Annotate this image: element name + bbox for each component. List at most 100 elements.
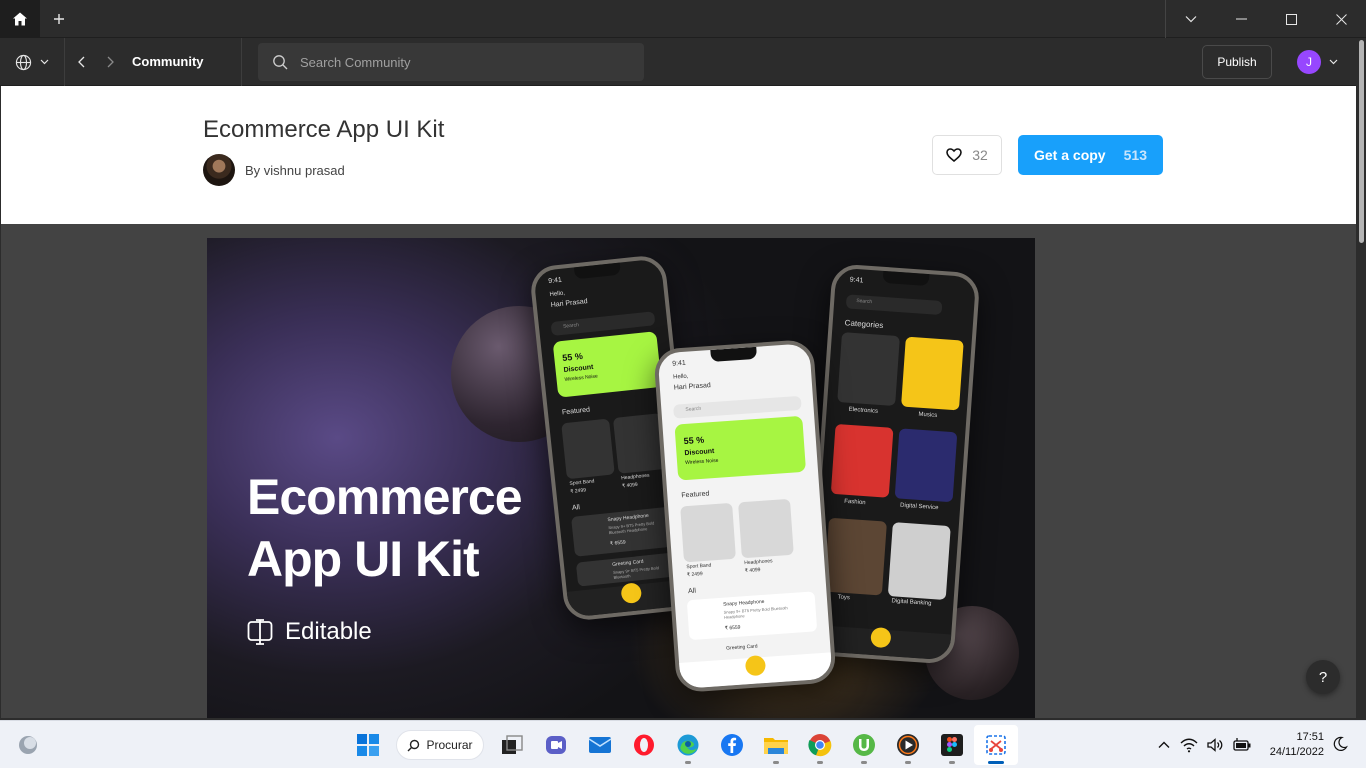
breadcrumb[interactable]: Community: [132, 38, 204, 86]
all-heading: All: [571, 504, 581, 512]
maximize-button[interactable]: [1266, 0, 1316, 38]
all-heading: All: [687, 587, 697, 596]
avatar: J: [1297, 50, 1321, 74]
windows-start-icon: [357, 734, 379, 756]
minimize-icon: [1235, 18, 1247, 20]
get-copy-button[interactable]: Get a copy 513: [1018, 135, 1163, 175]
category-tile-toys: [823, 517, 887, 596]
opera-icon: [634, 734, 654, 756]
home-tab[interactable]: [0, 0, 40, 38]
back-arrow-icon[interactable]: [74, 54, 90, 70]
taskbar-apps: Procurar: [346, 721, 1018, 768]
category-label: Musics: [918, 411, 938, 419]
list-item-price: ₹ 6559: [724, 624, 741, 632]
widgets-button[interactable]: [16, 733, 40, 757]
editable-badge: Editable: [247, 618, 372, 646]
phone-search-label: Search: [685, 405, 702, 413]
volume-icon[interactable]: [1206, 737, 1224, 753]
product-price: ₹ 4099: [621, 481, 639, 490]
forward-arrow-icon[interactable]: [102, 54, 118, 70]
facebook-button[interactable]: [710, 725, 754, 765]
chevron-down-icon: [1329, 59, 1338, 65]
category-tile-music: [901, 336, 964, 411]
system-clock[interactable]: 17:51 24/11/2022: [1262, 730, 1324, 760]
snipping-tool-button[interactable]: [974, 725, 1018, 765]
task-view-icon: [502, 735, 523, 754]
discount-percent: 55 %: [683, 434, 705, 447]
publish-button[interactable]: Publish: [1202, 45, 1272, 79]
phone-notch: [710, 346, 758, 362]
mail-button[interactable]: [578, 725, 622, 765]
file-explorer-button[interactable]: [754, 725, 798, 765]
cover-title: Ecommerce App UI Kit: [247, 466, 522, 590]
facebook-icon: [721, 734, 743, 756]
figma-button[interactable]: [930, 725, 974, 765]
running-indicator: [773, 761, 779, 764]
like-button[interactable]: 32: [932, 135, 1002, 175]
plus-icon: [54, 14, 64, 24]
search-input[interactable]: [300, 54, 620, 70]
phone-greeting: Hello,: [549, 290, 566, 299]
product-price: ₹ 2499: [686, 571, 703, 579]
product-tile-watch: [680, 502, 736, 563]
chrome-button[interactable]: [798, 725, 842, 765]
wifi-icon[interactable]: [1180, 737, 1198, 753]
widgets-icon: [19, 736, 37, 754]
utorrent-icon: [853, 734, 875, 756]
utorrent-button[interactable]: [842, 725, 886, 765]
category-label: Electronics: [848, 406, 879, 415]
running-indicator: [861, 761, 867, 764]
taskbar-search[interactable]: Procurar: [396, 730, 484, 760]
edge-button[interactable]: [666, 725, 710, 765]
scrollbar[interactable]: [1356, 38, 1366, 718]
snipping-tool-icon: [986, 735, 1006, 755]
scrollbar-thumb[interactable]: [1359, 40, 1364, 243]
phone-search-label: Search: [856, 298, 873, 306]
search-bar[interactable]: [258, 43, 644, 81]
phone-time: 9:41: [849, 276, 864, 285]
author-avatar[interactable]: [203, 154, 235, 186]
teams-button[interactable]: [534, 725, 578, 765]
close-icon: [1335, 13, 1347, 25]
explore-menu-button[interactable]: [0, 38, 65, 86]
get-copy-label: Get a copy: [1034, 147, 1106, 163]
running-indicator: [905, 761, 911, 764]
close-button[interactable]: [1316, 0, 1366, 38]
edge-icon: [677, 734, 699, 756]
help-button[interactable]: ?: [1306, 660, 1340, 694]
media-player-button[interactable]: [886, 725, 930, 765]
active-indicator: [988, 761, 1004, 764]
opera-button[interactable]: [622, 725, 666, 765]
product-name: Headphones: [744, 558, 773, 567]
product-name: Headphones: [620, 472, 650, 482]
author-info[interactable]: By vishnu prasad: [203, 154, 345, 186]
system-tray: [1156, 721, 1252, 768]
show-hidden-icons-icon[interactable]: [1156, 737, 1172, 753]
figma-icon: [941, 734, 963, 756]
discount-percent: 55 %: [561, 350, 584, 364]
product-tile-headphones: [738, 498, 794, 559]
like-count: 32: [972, 147, 988, 163]
search-icon: [273, 55, 288, 70]
running-indicator: [685, 761, 691, 764]
category-tile-digital: [894, 428, 958, 503]
title-bar: [0, 0, 1366, 38]
tabs-dropdown-button[interactable]: [1166, 0, 1216, 38]
category-label: Digital Banking: [891, 598, 932, 608]
start-button[interactable]: [346, 725, 390, 765]
phone-mockup-home-light: 9:41 Hello, Hari Prasad Search 55 % Disc…: [653, 338, 837, 694]
new-tab-button[interactable]: [44, 0, 74, 38]
account-menu[interactable]: J: [1297, 50, 1338, 74]
minimize-button[interactable]: [1216, 0, 1266, 38]
focus-assist-icon[interactable]: [1332, 736, 1348, 752]
category-tile-banking: [887, 522, 951, 601]
task-view-button[interactable]: [490, 725, 534, 765]
battery-icon[interactable]: [1232, 737, 1252, 753]
chevron-down-icon: [40, 59, 49, 65]
text-cursor-icon: [247, 619, 273, 645]
product-price: ₹ 2499: [570, 487, 587, 495]
heart-icon: [946, 148, 963, 162]
copy-count: 513: [1123, 147, 1147, 163]
author-name[interactable]: By vishnu prasad: [245, 163, 345, 178]
phone-username: Hari Prasad: [550, 298, 588, 309]
